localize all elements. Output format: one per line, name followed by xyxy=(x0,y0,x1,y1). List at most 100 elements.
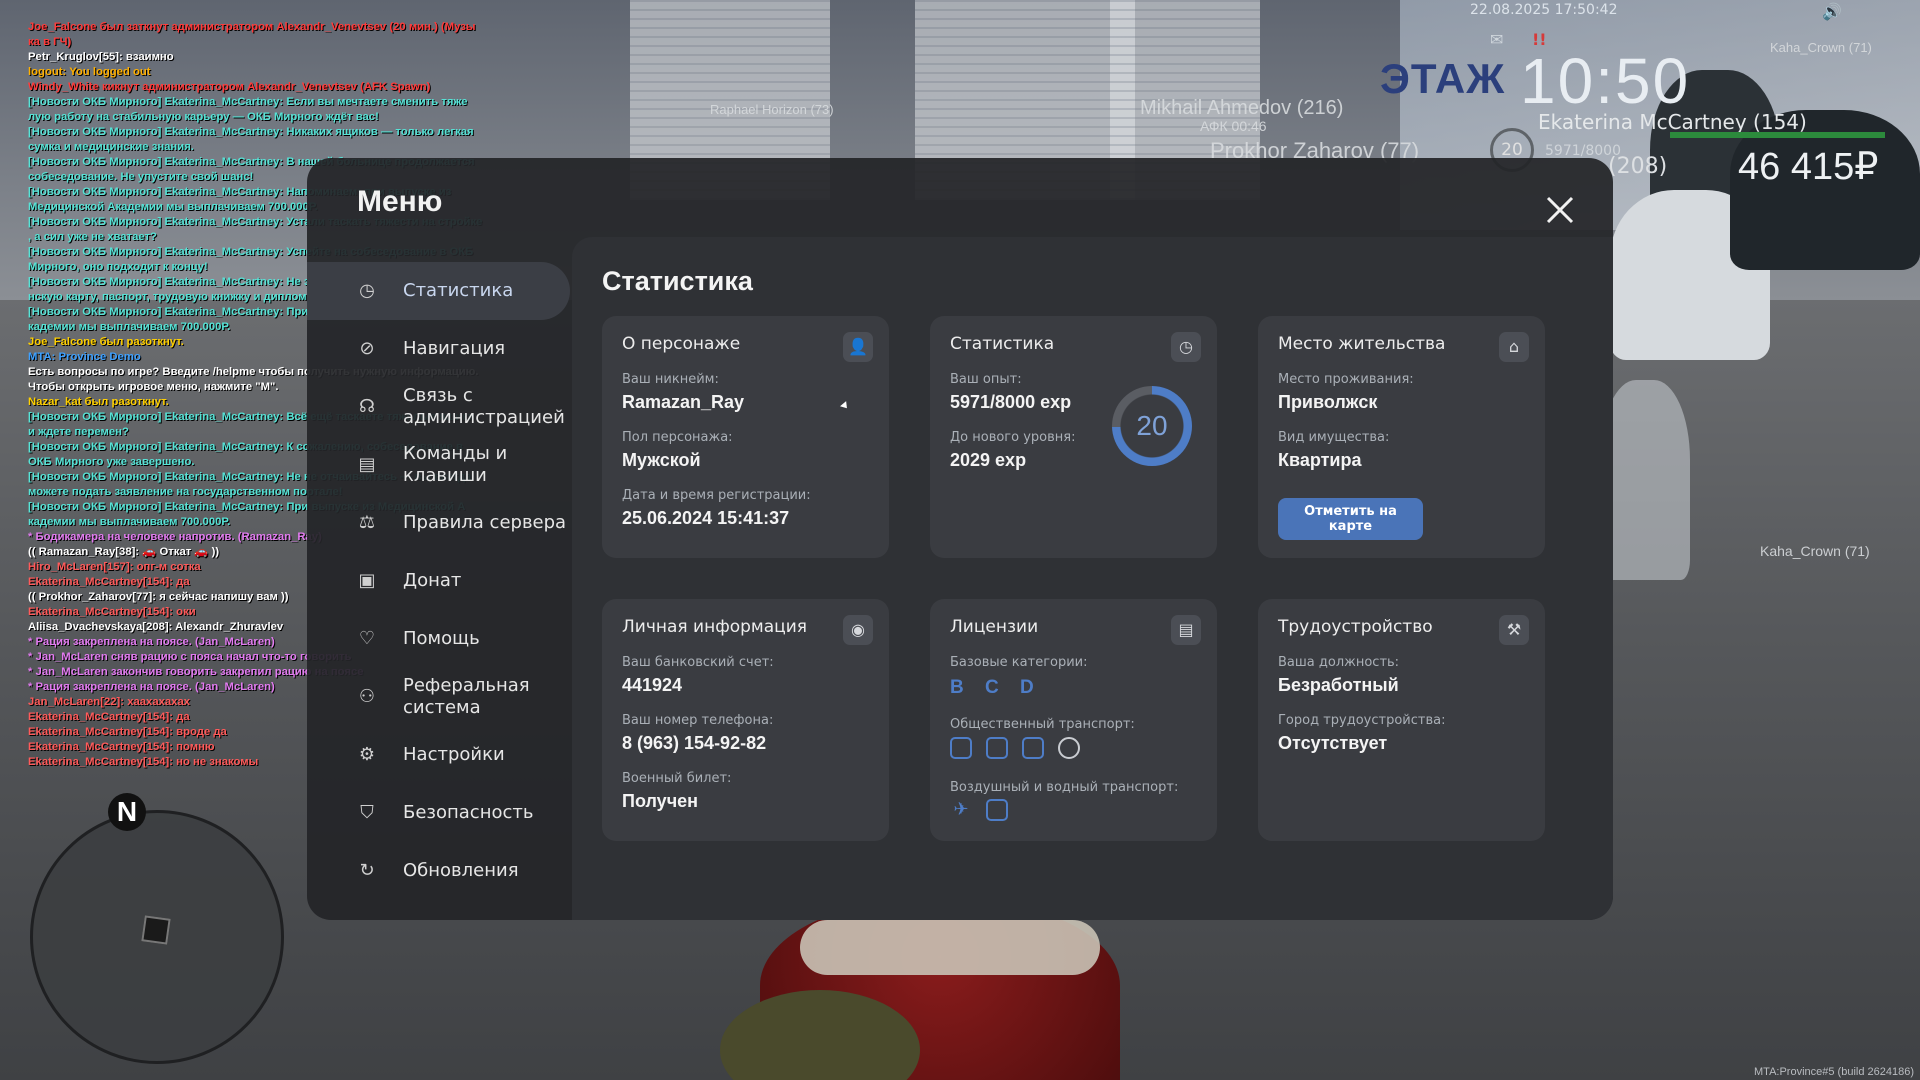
plane-icon: ✈ xyxy=(953,799,969,820)
nav-item[interactable]: ⚇ Реферальная система xyxy=(307,668,572,726)
nav-item-label: Статистика xyxy=(403,280,514,301)
chat-line: Windy_White кикнут администратором Alexa… xyxy=(28,81,431,93)
refresh-icon: ↻ xyxy=(359,860,375,881)
card-title: Личная информация xyxy=(622,617,808,637)
card-licenses: Лицензии ▤ Базовые категории: B C D Обще… xyxy=(930,599,1217,841)
registration-value: 25.06.2024 15:41:37 xyxy=(622,508,790,528)
bank-label: Ваш банковский счет: xyxy=(622,655,774,670)
mark-on-map-button[interactable]: Отметить на карте xyxy=(1278,498,1423,540)
exp-label: Ваш опыт: xyxy=(950,372,1022,387)
compass-icon: ⊘ xyxy=(359,338,375,359)
chat-line: logout: You logged out xyxy=(28,66,151,78)
nametag: Kaha_Crown (71) xyxy=(1770,40,1872,55)
nav-item-label: Правила сервера xyxy=(403,512,567,533)
hammer-icon: ⚒ xyxy=(1499,615,1529,645)
nav-item-label: Реферальная система xyxy=(403,675,530,718)
nav-item-label: Донат xyxy=(403,570,462,591)
trolleybus-icon xyxy=(986,737,1008,759)
card-character: О персонаже 👤 Ваш никнейм: Ramazan_Ray П… xyxy=(602,316,889,558)
card-residence: Место жительства ⌂ Место проживания: При… xyxy=(1258,316,1545,558)
close-icon xyxy=(1546,196,1574,224)
close-button[interactable] xyxy=(1540,190,1580,230)
card-title: Место жительства xyxy=(1278,334,1446,354)
nav-item[interactable]: ⚖ Правила сервера xyxy=(307,494,572,552)
clock-icon: ◷ xyxy=(1171,332,1201,362)
nav-item[interactable]: ▣ Донат xyxy=(307,552,572,610)
handshake-icon: ♡ xyxy=(358,628,376,649)
level-value: 20 xyxy=(1136,410,1168,441)
nav-item[interactable]: ⛉ Безопасность xyxy=(307,784,572,842)
air-water-icons: ✈ xyxy=(950,799,1008,821)
property-label: Вид имущества: xyxy=(1278,430,1390,445)
card-title: Трудоустройство xyxy=(1278,617,1433,637)
residence-value: Приволжск xyxy=(1278,392,1378,412)
air-water-label: Воздушный и водный транспорт: xyxy=(950,780,1179,795)
gear-icon: ⚙ xyxy=(358,744,376,765)
nametag: Raphael Horizon (73) xyxy=(710,102,834,117)
phone-label: Ваш номер телефона: xyxy=(622,713,774,728)
health-bar xyxy=(1670,132,1885,138)
hud-player-id: (208) xyxy=(1608,154,1668,179)
chat-line: [Новости ОКБ Мирного] Ekaterina_McCartne… xyxy=(28,96,468,108)
card-title: Лицензии xyxy=(950,617,1039,637)
menu-nav: ◷ Статистика ⊘ Навигация ☊ Связь с администра… xyxy=(307,262,572,900)
floor-sign: ЭТАЖ xyxy=(1380,55,1506,102)
people-icon: ⚇ xyxy=(358,686,376,707)
nickname-label: Ваш никнейм: xyxy=(622,372,719,387)
clock-icon: ◷ xyxy=(359,280,375,301)
position-label: Ваша должность: xyxy=(1278,655,1400,670)
tram-icon xyxy=(1022,737,1044,759)
nav-item[interactable]: ↻ Обновления xyxy=(307,842,572,900)
property-value: Квартира xyxy=(1278,450,1362,470)
next-level-label: До нового уровня: xyxy=(950,430,1076,445)
nav-item-label: Команды и клавиши xyxy=(403,443,508,486)
menu-title: Меню xyxy=(357,185,443,218)
nav-item[interactable]: ⚙ Настройки xyxy=(307,726,572,784)
card-title: О персонаже xyxy=(622,334,741,354)
gender-value: Мужской xyxy=(622,450,701,470)
nametag: Kaha_Crown (71) xyxy=(1760,543,1870,559)
card-employment: Трудоустройство ⚒ Ваша должность: Безраб… xyxy=(1258,599,1545,841)
position-value: Безработный xyxy=(1278,675,1399,695)
work-city-label: Город трудоустройства: xyxy=(1278,713,1446,728)
nav-item-label: Навигация xyxy=(403,338,506,359)
hud-date: 22.08.2025 17:50:42 xyxy=(1470,2,1618,18)
id-badge-icon: ◉ xyxy=(843,615,873,645)
nav-item-label: Связь с администрацией xyxy=(403,385,565,428)
card-personal-info: Личная информация ◉ Ваш банковский счет:… xyxy=(602,599,889,841)
train-icon xyxy=(1058,737,1080,759)
user-icon: 👤 xyxy=(843,332,873,362)
base-categories-value: B C D xyxy=(950,677,1042,698)
public-transport-icons xyxy=(950,737,1080,759)
bank-value: 441924 xyxy=(622,675,683,695)
boat-icon xyxy=(986,799,1008,821)
terminal-icon: ▤ xyxy=(358,454,376,475)
nav-item[interactable]: ▤ Команды и клавиши xyxy=(307,436,572,494)
nav-item[interactable]: ☊ Связь с администрацией xyxy=(307,378,572,436)
panel-title: Статистика xyxy=(602,266,753,296)
nav-item-label: Безопасность xyxy=(403,802,534,823)
nav-item[interactable]: ◷ Статистика xyxy=(307,262,570,320)
military-label: Военный билет: xyxy=(622,771,732,786)
afk-tag: АФК 00:46 xyxy=(1200,118,1267,134)
shield-icon: ⛉ xyxy=(360,802,374,823)
chat-line: лую работу на стабильную карьеру — ОКБ М… xyxy=(28,111,379,123)
nav-item-label: Обновления xyxy=(403,860,519,881)
chat-line: Joe_Falcone был заткнут администратором … xyxy=(28,21,476,33)
npc-character xyxy=(1600,380,1690,580)
scales-icon: ⚖ xyxy=(358,512,376,533)
north-indicator: N xyxy=(108,793,146,831)
card-statistics: Статистика ◷ Ваш опыт: 5971/8000 exp До … xyxy=(930,316,1217,558)
house-icon: ⌂ xyxy=(1499,332,1529,362)
base-categories-label: Базовые категории: xyxy=(950,655,1088,670)
speaker-icon: 🔊 xyxy=(1822,2,1842,21)
nav-item[interactable]: ♡ Помощь xyxy=(307,610,572,668)
player-marker-icon xyxy=(141,915,171,945)
residence-label: Место проживания: xyxy=(1278,372,1414,387)
document-icon: ▤ xyxy=(1171,615,1201,645)
hud-clock: 10:50 xyxy=(1520,45,1691,117)
chat-line: [Новости ОКБ Мирного] Ekaterina_McCartne… xyxy=(28,126,474,138)
nav-item[interactable]: ⊘ Навигация xyxy=(307,320,572,378)
registration-label: Дата и время регистрации: xyxy=(622,488,811,503)
player-character-fur xyxy=(800,920,1100,975)
